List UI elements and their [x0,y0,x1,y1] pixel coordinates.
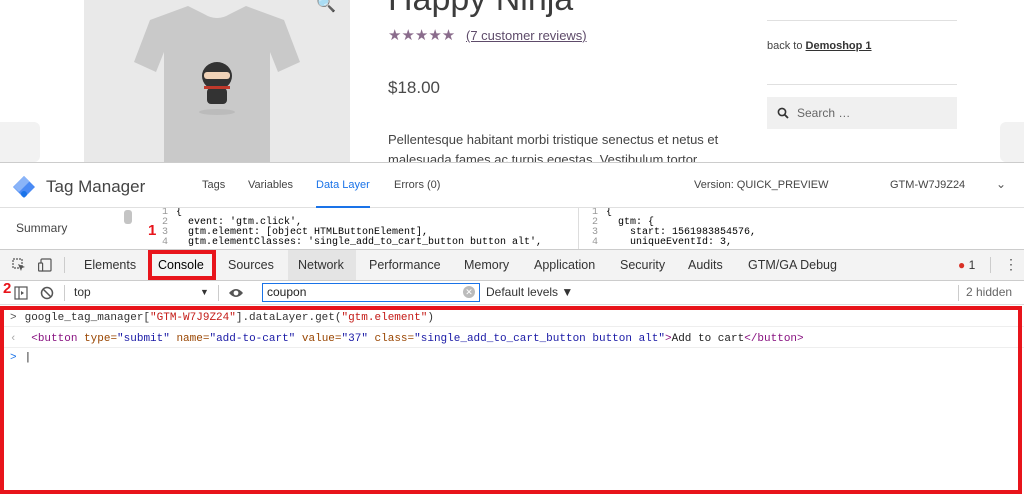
tm-tab-errors[interactable]: Errors (0) [394,179,440,191]
context-selector[interactable]: top [74,285,91,299]
product-title: Happy Ninja [388,0,573,19]
back-to-link[interactable]: Demoshop 1 [806,40,872,52]
tab-security[interactable]: Security [620,258,665,272]
clear-filter-icon[interactable]: ✕ [463,286,475,298]
code-line: 4 uniqueEventId: 3, [580,238,756,248]
tag-manager-logo-icon [13,176,35,198]
console-toolbar: top ▼ coupon ✕ Default levels ▼ 2 hidden [0,281,1024,305]
more-options-icon[interactable]: ⋮ [1004,256,1018,273]
code-line: 4 gtm.elementClasses: 'single_add_to_car… [150,238,542,248]
data-layer-code-right: 1{ 2 gtm: { 3 start: 1561983854576, 4 un… [580,208,756,249]
error-count: 1 [968,258,976,272]
product-description: Pellentesque habitant morbi tristique se… [388,132,719,162]
toolbar-separator [64,257,65,273]
console-filter-input[interactable]: coupon ✕ [262,283,480,302]
live-expression-eye-icon[interactable] [228,287,244,299]
code-text: gtm.elementClasses: 'single_add_to_cart_… [176,237,543,248]
context-dropdown-icon[interactable]: ▼ [200,287,209,297]
tm-container-id: GTM-W7J9Z24 [890,179,966,191]
toolbar-separator [990,257,991,273]
search-icon [777,107,789,119]
back-to-label: back to [767,40,806,52]
annotation-label-2: 2 [3,280,12,297]
sidebar-divider [767,84,957,85]
tab-gtm-ga-debug[interactable]: GTM/GA Debug [748,258,837,272]
tm-tab-variables[interactable]: Variables [248,179,293,191]
log-levels-dropdown[interactable]: Default levels ▼ [486,285,573,299]
device-toolbar-icon[interactable] [38,258,52,272]
error-icon: ● [958,258,966,272]
tag-manager-title: Tag Manager [46,177,146,196]
sidebar-divider [767,20,957,21]
summary-scrollbar[interactable] [124,210,132,224]
tab-audits[interactable]: Audits [688,258,723,272]
annotation-label-1: 1 [148,222,157,239]
right-edge-tab[interactable] [1000,122,1024,162]
line-number: 4 [591,237,598,248]
tm-tab-tags[interactable]: Tags [202,179,225,191]
toolbar-separator [218,285,219,301]
highlight-console-area [0,306,1022,494]
tab-elements[interactable]: Elements [84,258,136,272]
code-text: uniqueEventId: 3, [606,237,733,248]
tag-manager-bar: Tag Manager Tags Variables Data Layer Er… [0,162,1024,209]
zoom-icon[interactable]: 🔍 [316,0,336,14]
tm-tab-data-layer[interactable]: Data Layer [316,179,370,191]
tab-memory[interactable]: Memory [464,258,509,272]
tab-application[interactable]: Application [534,258,595,272]
data-layer-code-left: 1{ 2 event: 'gtm.click', 3 gtm.element: … [150,208,542,249]
tshirt-image [84,0,350,162]
sidebar-search-input[interactable]: Search … [767,97,957,129]
tab-performance[interactable]: Performance [369,258,441,272]
product-page: 🔍 Happy Ninja ★★★★★ (7 customer reviews)… [0,0,1024,162]
search-placeholder: Search … [797,106,851,120]
tab-sources[interactable]: Sources [228,258,274,272]
hidden-messages-count: 2 hidden [966,285,1013,299]
console-sidebar-icon[interactable] [14,286,28,300]
inspect-element-icon[interactable] [12,258,26,272]
rating-stars-icon: ★★★★★ [388,27,456,44]
product-price: $18.00 [388,78,440,97]
toolbar-separator [64,285,65,301]
chevron-down-icon[interactable]: ⌄ [996,177,1006,191]
clear-console-icon[interactable] [40,286,54,300]
product-image[interactable] [84,0,350,162]
filter-value: coupon [267,285,307,299]
tab-network[interactable]: Network [298,258,344,272]
highlight-console-tab [148,250,216,280]
toolbar-separator [958,285,959,301]
line-number: 4 [161,237,168,248]
summary-item[interactable]: Summary [16,221,67,235]
back-to-text: back to Demoshop 1 [767,40,872,52]
reviews-link[interactable]: (7 customer reviews) [466,28,587,43]
tm-version: Version: QUICK_PREVIEW [694,179,829,191]
left-edge-tab[interactable] [0,122,40,162]
panel-divider[interactable] [578,208,579,249]
error-count-badge[interactable]: ● 1 [958,258,975,272]
